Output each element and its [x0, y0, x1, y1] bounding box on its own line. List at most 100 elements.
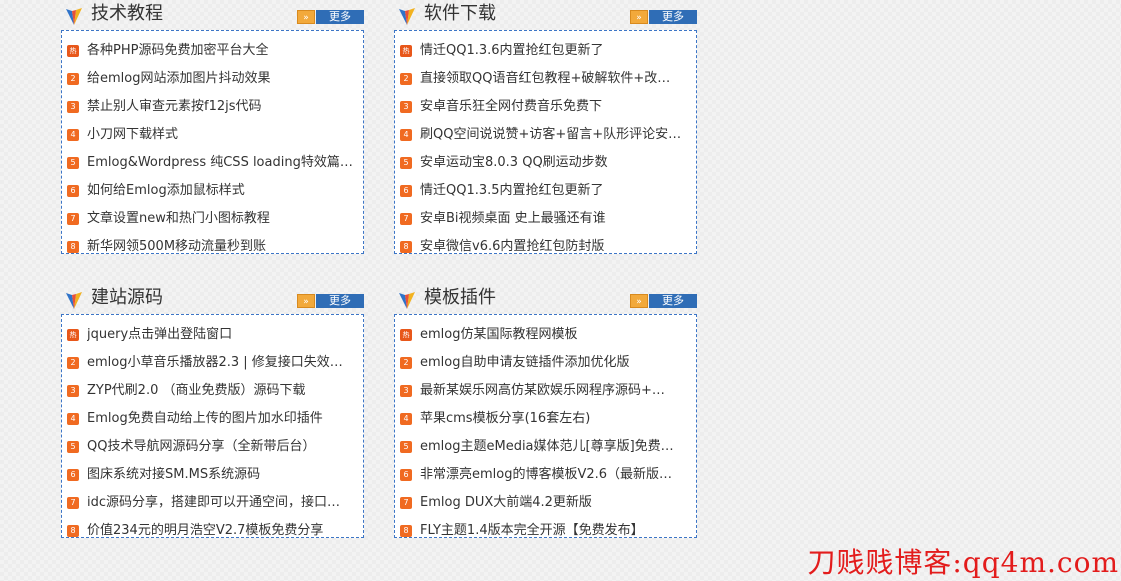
article-link[interactable]: 安卓运动宝8.0.3 QQ刷运动步数: [420, 149, 690, 177]
article-link[interactable]: 情迁QQ1.3.6内置抢红包更新了: [420, 37, 690, 65]
rank-badge: 7: [400, 213, 412, 225]
list-item: 7 Emlog DUX大前端4.2更新版: [395, 489, 696, 517]
article-list: 热各种PHP源码免费加密平台大全 2 给emlog网站添加图片抖动效果 3 禁止别人审查…: [62, 37, 363, 261]
article-link[interactable]: 非常漂亮emlog的博客模板V2.6（最新版…: [420, 461, 690, 489]
rank-badge: 7: [400, 497, 412, 509]
article-list: 热 jquery点击弹出登陆窗口 2 emlog小草音乐播放器2.3 | 修复接口失效…: [62, 321, 363, 545]
article-link[interactable]: 小刀网下载样式: [87, 121, 357, 149]
article-link[interactable]: Emlog免费自动给上传的图片加水印插件: [87, 405, 357, 433]
more-button[interactable]: » 更多: [630, 10, 697, 24]
double-arrow-icon: »: [297, 294, 315, 308]
article-link[interactable]: Emlog DUX大前端4.2更新版: [420, 489, 690, 517]
rank-badge: 2: [67, 357, 79, 369]
more-button[interactable]: » 更多: [630, 294, 697, 308]
list-item: 8 安卓微信v6.6内置抢红包防封版: [395, 233, 696, 261]
list-item: 5 安卓运动宝8.0.3 QQ刷运动步数: [395, 149, 696, 177]
article-link[interactable]: jquery点击弹出登陆窗口: [87, 321, 357, 349]
rank-badge: 2: [400, 357, 412, 369]
article-link[interactable]: 安卓音乐狂全网付费音乐免费下: [420, 93, 690, 121]
rank-badge: 2: [67, 73, 79, 85]
list-item: 6 情迁QQ1.3.5内置抢红包更新了: [395, 177, 696, 205]
rank-badge: 5: [400, 157, 412, 169]
list-item: 4 苹果cms模板分享(16套左右): [395, 405, 696, 433]
article-link[interactable]: ZYP代刷2.0 （商业免费版）源码下载: [87, 377, 357, 405]
rank-badge: 3: [67, 101, 79, 113]
section-title: 模板插件: [424, 287, 496, 308]
rank-badge: 7: [67, 213, 79, 225]
panel-header: 模板插件 » 更多: [394, 286, 697, 314]
list-item: 7 安卓Bi视频桌面 史上最骚还有谁: [395, 205, 696, 233]
rank-badge: 3: [67, 385, 79, 397]
article-link[interactable]: 价值234元的明月浩空V2.7模板免费分享: [87, 517, 357, 545]
article-link[interactable]: emlog仿某国际教程网模板: [420, 321, 690, 349]
article-link[interactable]: 苹果cms模板分享(16套左右): [420, 405, 690, 433]
more-label: 更多: [649, 294, 697, 308]
article-link[interactable]: 图床系统对接SM.MS系统源码: [87, 461, 357, 489]
article-link[interactable]: idc源码分享，搭建即可以开通空间，接口…: [87, 489, 357, 517]
article-list-box: 热 emlog仿某国际教程网模板 2 emlog自助申请友链插件添加优化版 3 最新某娱乐…: [394, 314, 697, 538]
panel-4: 模板插件 » 更多热 emlog仿某国际教程网模板 2 emlog自助申请友链插件添加优化…: [394, 286, 697, 538]
rank-badge: 4: [67, 413, 79, 425]
article-link[interactable]: 最新某娱乐网高仿某欧娱乐网程序源码+…: [420, 377, 690, 405]
article-link[interactable]: FLY主题1.4版本完全开源【免费发布】: [420, 517, 690, 545]
rank-badge: 5: [67, 157, 79, 169]
article-link[interactable]: 新华网领500M移动流量秒到账: [87, 233, 357, 261]
rank-badge: 8: [67, 525, 79, 537]
list-item: 2 给emlog网站添加图片抖动效果: [62, 65, 363, 93]
article-link[interactable]: 给emlog网站添加图片抖动效果: [87, 65, 357, 93]
list-item: 8 新华网领500M移动流量秒到账: [62, 233, 363, 261]
rank-badge: 4: [400, 129, 412, 141]
article-link[interactable]: Emlog&Wordpress 纯CSS loading特效篇…: [87, 149, 357, 177]
more-label: 更多: [316, 294, 364, 308]
rank-badge: 6: [400, 185, 412, 197]
list-item: 4 刷QQ空间说说赞+访客+留言+队形评论安…: [395, 121, 696, 149]
article-link[interactable]: 安卓微信v6.6内置抢红包防封版: [420, 233, 690, 261]
rank-badge: 6: [67, 469, 79, 481]
list-item: 热情迁QQ1.3.6内置抢红包更新了: [395, 37, 696, 65]
more-button[interactable]: » 更多: [297, 294, 364, 308]
article-link[interactable]: QQ技术导航网源码分享（全新带后台）: [87, 433, 357, 461]
rank-badge: 7: [67, 497, 79, 509]
rank-badge: 8: [67, 241, 79, 253]
article-link[interactable]: 禁止别人审查元素按f12js代码: [87, 93, 357, 121]
article-link[interactable]: 直接领取QQ语音红包教程+破解软件+改…: [420, 65, 690, 93]
list-item: 2 直接领取QQ语音红包教程+破解软件+改…: [395, 65, 696, 93]
section-title: 技术教程: [91, 3, 163, 24]
section-leaf-icon: [66, 292, 82, 309]
list-item: 3 最新某娱乐网高仿某欧娱乐网程序源码+…: [395, 377, 696, 405]
list-item: 7 文章设置new和热门小图标教程: [62, 205, 363, 233]
article-link[interactable]: 情迁QQ1.3.5内置抢红包更新了: [420, 177, 690, 205]
article-link[interactable]: 文章设置new和热门小图标教程: [87, 205, 357, 233]
article-link[interactable]: 刷QQ空间说说赞+访客+留言+队形评论安…: [420, 121, 690, 149]
article-list: 热情迁QQ1.3.6内置抢红包更新了 2 直接领取QQ语音红包教程+破解软件+改… 3…: [395, 37, 696, 261]
rank-badge: 6: [400, 469, 412, 481]
hot-badge-icon: 热: [67, 329, 79, 341]
list-item: 5 QQ技术导航网源码分享（全新带后台）: [62, 433, 363, 461]
list-item: 4 Emlog免费自动给上传的图片加水印插件: [62, 405, 363, 433]
section-title: 建站源码: [91, 287, 163, 308]
list-item: 3 ZYP代刷2.0 （商业免费版）源码下载: [62, 377, 363, 405]
section-leaf-icon: [399, 8, 415, 25]
article-list-box: 热各种PHP源码免费加密平台大全 2 给emlog网站添加图片抖动效果 3 禁止别人审查…: [61, 30, 364, 254]
list-item: 热各种PHP源码免费加密平台大全: [62, 37, 363, 65]
section-title: 软件下载: [424, 3, 496, 24]
more-button[interactable]: » 更多: [297, 10, 364, 24]
article-link[interactable]: emlog小草音乐播放器2.3 | 修复接口失效…: [87, 349, 357, 377]
list-item: 6 非常漂亮emlog的博客模板V2.6（最新版…: [395, 461, 696, 489]
article-list-box: 热 jquery点击弹出登陆窗口 2 emlog小草音乐播放器2.3 | 修复接口失效…: [61, 314, 364, 538]
article-link[interactable]: 各种PHP源码免费加密平台大全: [87, 37, 357, 65]
article-link[interactable]: 安卓Bi视频桌面 史上最骚还有谁: [420, 205, 690, 233]
section-leaf-icon: [399, 292, 415, 309]
rank-badge: 8: [400, 525, 412, 537]
list-item: 热 emlog仿某国际教程网模板: [395, 321, 696, 349]
panel-header: 技术教程 » 更多: [61, 2, 364, 30]
rank-badge: 2: [400, 73, 412, 85]
article-link[interactable]: emlog主题eMedia媒体范儿[尊享版]免费…: [420, 433, 690, 461]
site-watermark: 刀贱贱博客:qq4m.com: [807, 546, 1119, 579]
rank-badge: 5: [400, 441, 412, 453]
panel-1: 技术教程 » 更多热各种PHP源码免费加密平台大全 2 给emlog网站添加图片抖动效果…: [61, 2, 364, 254]
article-list: 热 emlog仿某国际教程网模板 2 emlog自助申请友链插件添加优化版 3 最新某娱乐…: [395, 321, 696, 545]
panel-header: 建站源码 » 更多: [61, 286, 364, 314]
article-link[interactable]: emlog自助申请友链插件添加优化版: [420, 349, 690, 377]
article-link[interactable]: 如何给Emlog添加鼠标样式: [87, 177, 357, 205]
